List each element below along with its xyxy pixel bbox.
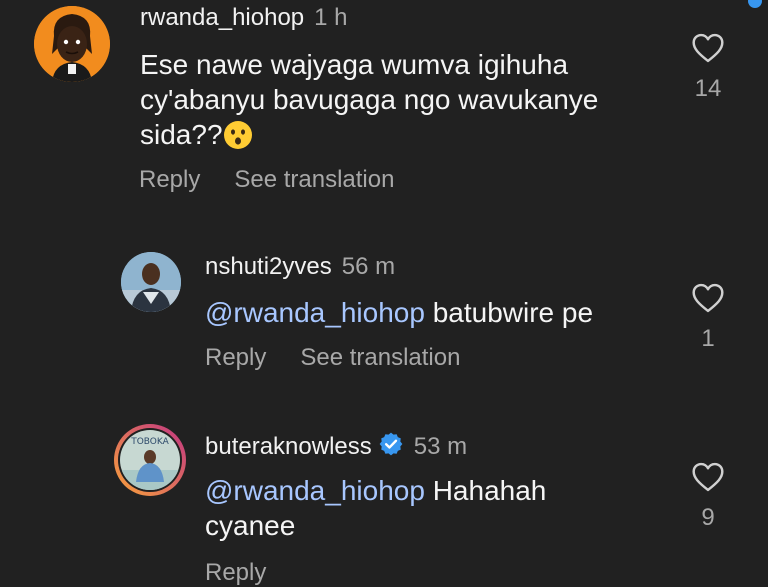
reply-buteraknowless: TOBOKA buteraknowless 53 m @rwanda_hioho… — [0, 418, 768, 587]
comment-text: @rwanda_hiohop batubwire pe — [205, 295, 593, 330]
avatar-rwanda-hiohop[interactable] — [34, 6, 110, 82]
avatar-buteraknowless[interactable]: TOBOKA — [114, 424, 186, 496]
username[interactable]: rwanda_hiohop — [140, 4, 304, 31]
avatar-character-icon — [34, 6, 110, 82]
like-count: 14 — [694, 75, 722, 102]
avatar-nshuti2yves[interactable] — [121, 252, 181, 312]
reply-nshuti2yves: nshuti2yves 56 m @rwanda_hiohop batubwire… — [0, 240, 768, 390]
reply-button[interactable]: Reply — [205, 559, 266, 586]
heart-outline-icon[interactable] — [691, 33, 725, 63]
timestamp: 53 m — [413, 433, 468, 460]
comment-actions: Reply — [205, 559, 266, 587]
comment-header: rwanda_hiohop 1 h — [140, 4, 348, 32]
comment-text: Ese nawe wajyaga wumva igihuha cy'abanyu… — [140, 47, 598, 158]
username[interactable]: buteraknowless — [205, 433, 372, 460]
avatar-photo-icon: TOBOKA — [120, 430, 180, 490]
comment-text-line-3: sida?? — [140, 117, 598, 158]
like-control: 14 — [688, 33, 728, 103]
comment-header: buteraknowless 53 m — [205, 431, 467, 464]
timestamp: 56 m — [341, 253, 396, 280]
username[interactable]: nshuti2yves — [205, 253, 332, 280]
like-count: 1 — [701, 325, 715, 352]
reply-button[interactable]: Reply — [139, 166, 200, 193]
see-translation-button[interactable]: See translation — [300, 344, 460, 371]
reply-button[interactable]: Reply — [205, 344, 266, 371]
comment-text-line: Hahahah — [432, 475, 547, 506]
avatar-photo-icon — [121, 252, 181, 312]
comment-actions: Reply See translation — [139, 166, 394, 194]
comment-text-line: cy'abanyu bavugaga ngo wavukanye — [140, 84, 599, 115]
comment-rwanda-hiohop: rwanda_hiohop 1 h Ese nawe wajyaga wumva … — [0, 0, 768, 210]
avatar-story-text: TOBOKA — [130, 437, 169, 447]
comment-actions: Reply See translation — [205, 344, 460, 372]
timestamp: 1 h — [314, 4, 348, 31]
comment-text-line: sida?? — [140, 119, 223, 150]
heart-outline-icon[interactable] — [691, 462, 725, 492]
comments-page: rwanda_hiohop 1 h Ese nawe wajyaga wumva … — [0, 0, 768, 587]
see-translation-button[interactable]: See translation — [234, 166, 394, 193]
verified-badge-icon — [378, 431, 404, 464]
hushed-face-emoji — [223, 120, 253, 158]
comment-text-line: cyanee — [205, 510, 296, 541]
like-count: 9 — [701, 504, 715, 531]
mention-link[interactable]: @rwanda_hiohop — [205, 475, 425, 506]
mention-link[interactable]: @rwanda_hiohop — [205, 297, 425, 328]
comment-header: nshuti2yves 56 m — [205, 253, 395, 281]
like-control: 9 — [688, 462, 728, 532]
comment-text: @rwanda_hiohop Hahahah cyanee — [205, 473, 546, 543]
like-control: 1 — [688, 283, 728, 353]
comment-text-line: batubwire pe — [432, 297, 594, 328]
heart-outline-icon[interactable] — [691, 283, 725, 313]
comment-text-line: Ese nawe wajyaga wumva igihuha — [140, 49, 569, 80]
